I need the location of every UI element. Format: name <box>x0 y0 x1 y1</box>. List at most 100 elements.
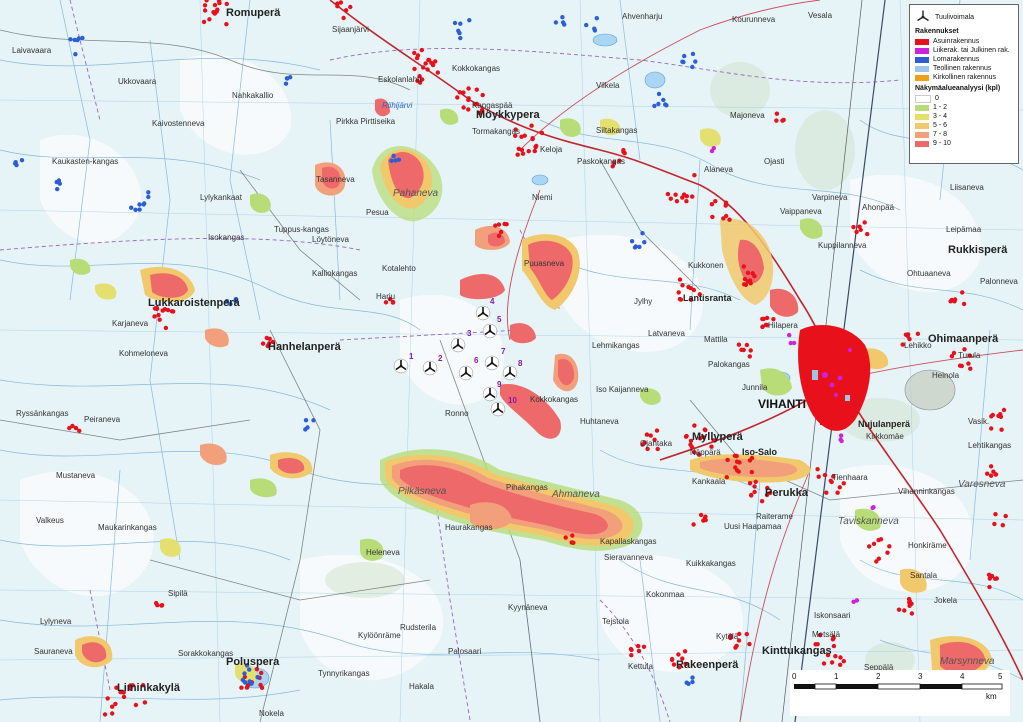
map-canvas[interactable]: VIHANTI Romuperä Möykkypera Lukkaroisten… <box>0 0 1023 722</box>
place-peiraneva: Peiraneva <box>84 415 121 424</box>
place-nokela: Nokela <box>259 709 284 718</box>
building-marker <box>985 471 990 476</box>
place-harju: Harju <box>376 292 396 301</box>
legend-building-row: Liikerak. tai Julkinen rak. <box>915 46 1013 55</box>
building-marker <box>633 244 638 249</box>
building-marker <box>760 324 765 330</box>
building-marker <box>951 350 957 356</box>
wind-turbine-icon[interactable] <box>484 355 500 371</box>
building-marker <box>734 459 740 464</box>
building-marker <box>838 655 843 660</box>
building-marker <box>467 18 472 23</box>
building-marker <box>435 70 440 75</box>
building-marker <box>621 147 626 153</box>
building-marker <box>553 20 559 25</box>
building-marker <box>709 148 715 154</box>
building-marker <box>430 62 436 68</box>
place-iskonsaari: Iskonsaari <box>814 611 851 620</box>
building-marker <box>202 8 208 13</box>
place-marsynneva: Marsynneva <box>940 656 995 667</box>
place-lehmikangas: Lehmikangas <box>592 341 640 350</box>
building-marker <box>532 148 537 154</box>
place-vaippaneva: Vaippaneva <box>780 207 822 216</box>
place-kyynaneva: Kyynäneva <box>508 603 548 612</box>
legend-visibility-row: 7 - 8 <box>915 130 1013 139</box>
place-kirkkomae: Kirkkomäe <box>866 432 904 441</box>
place-kaukasten: Kaukasten-kangas <box>52 157 119 166</box>
wind-turbine-icon[interactable] <box>502 365 518 381</box>
place-tasanneva: Tasanneva <box>316 175 355 184</box>
building-marker <box>480 92 485 98</box>
place-kuppilanneva: Kuppilanneva <box>818 241 867 250</box>
place-huhtaneva: Huhtaneva <box>580 417 619 426</box>
building-marker <box>530 136 535 142</box>
building-marker <box>749 469 754 475</box>
building-marker <box>57 181 62 186</box>
building-marker <box>833 654 838 659</box>
building-marker <box>989 426 994 431</box>
wind-turbine-icon[interactable] <box>422 360 438 376</box>
building-marker <box>831 643 837 649</box>
building-marker <box>774 118 779 123</box>
building-marker <box>423 61 428 66</box>
building-marker <box>284 76 290 81</box>
place-palokangas: Palokangas <box>708 360 750 369</box>
legend-visibility-label: 0 <box>935 95 939 102</box>
building-marker <box>348 4 353 10</box>
building-marker <box>741 264 746 269</box>
building-marker <box>146 194 151 200</box>
building-marker <box>764 315 770 321</box>
building-marker <box>724 213 729 219</box>
building-marker <box>539 130 545 136</box>
place-vihanti: VIHANTI <box>758 397 806 411</box>
building-marker <box>680 283 685 288</box>
place-sijaanjarvi: Sijaanjärvi <box>332 25 369 34</box>
building-marker <box>838 662 843 667</box>
building-marker <box>684 194 689 199</box>
place-rukkispera: Rukkisperä <box>948 244 1008 256</box>
wind-turbine-icon[interactable] <box>490 401 506 417</box>
place-ukkovaara: Ukkovaara <box>118 77 157 86</box>
building-marker <box>878 537 884 542</box>
building-marker <box>676 652 681 657</box>
wind-turbine-icon[interactable] <box>393 358 409 374</box>
place-tynnyrikangas: Tynnyrikangas <box>318 669 370 678</box>
place-ahonpaa: Ahonpää <box>862 203 895 212</box>
building-marker <box>747 480 753 486</box>
building-marker <box>156 312 161 318</box>
place-nujulanpera: Nujulanperä <box>858 419 911 429</box>
building-marker <box>137 207 142 212</box>
wind-turbine-icon[interactable] <box>475 305 491 321</box>
legend-visibility-label: 7 - 8 <box>933 131 948 138</box>
building-marker <box>255 675 260 680</box>
place-sieravanneva: Sieravanneva <box>604 553 653 562</box>
building-marker <box>560 15 565 20</box>
building-marker <box>747 354 752 359</box>
place-sipila: Sipilä <box>168 589 188 598</box>
building-marker <box>169 309 175 314</box>
wind-turbine-icon[interactable] <box>450 337 466 353</box>
building-marker <box>461 105 466 110</box>
wind-turbine-icon[interactable] <box>482 323 498 339</box>
building-marker <box>693 59 698 64</box>
wind-turbine-icon[interactable] <box>482 386 498 402</box>
building-marker <box>701 518 706 523</box>
building-marker <box>744 631 749 637</box>
building-marker <box>736 469 741 474</box>
building-marker <box>986 572 992 577</box>
building-marker <box>960 290 965 295</box>
building-marker <box>748 348 753 353</box>
building-marker <box>68 37 73 42</box>
place-palonneva: Palonneva <box>980 277 1018 286</box>
building-marker <box>854 598 860 603</box>
legend-swatch <box>915 47 929 54</box>
building-marker <box>466 96 471 101</box>
building-marker <box>691 287 697 293</box>
building-marker <box>1001 407 1007 413</box>
building-marker <box>854 229 859 235</box>
building-marker <box>640 231 645 236</box>
wind-turbine-icon[interactable] <box>458 365 474 381</box>
building-marker <box>534 143 539 149</box>
building-marker <box>749 492 754 498</box>
legend-turbine-row: Tuulivoimala <box>915 9 1013 25</box>
